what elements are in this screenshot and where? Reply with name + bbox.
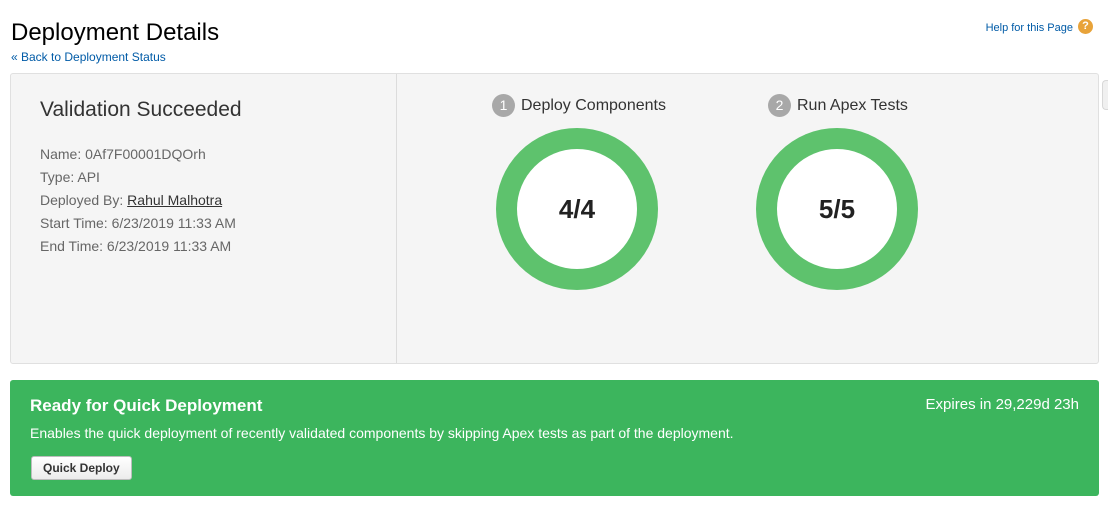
expiry-text: Expires in 29,229d 23h bbox=[925, 396, 1079, 413]
deployed-by-user-link[interactable]: Rahul Malhotra bbox=[127, 192, 222, 208]
step-deploy-components: 1 Deploy Components bbox=[492, 94, 666, 117]
end-time-label: End Time: bbox=[40, 238, 104, 254]
deployed-by-label: Deployed By: bbox=[40, 192, 124, 208]
step-run-apex-tests: 2 Run Apex Tests bbox=[768, 94, 908, 117]
panel-divider bbox=[396, 74, 397, 363]
deployment-status-panel: Validation Succeeded Name: 0Af7F00001DQO… bbox=[10, 73, 1099, 364]
step-header: 2 Run Apex Tests bbox=[768, 94, 908, 117]
step-number-badge: 2 bbox=[768, 94, 791, 117]
run-apex-tests-count: 5/5 bbox=[777, 149, 897, 269]
step-label: Deploy Components bbox=[521, 96, 666, 114]
deploy-components-count: 4/4 bbox=[517, 149, 637, 269]
deploy-components-progress-ring: 4/4 bbox=[496, 128, 658, 290]
step-label: Run Apex Tests bbox=[797, 96, 908, 114]
name-label: Name: bbox=[40, 146, 82, 162]
name-value: 0Af7F00001DQOrh bbox=[85, 146, 206, 162]
step-number-badge: 1 bbox=[492, 94, 515, 117]
end-time-row: End Time: 6/23/2019 11:33 AM bbox=[40, 236, 236, 259]
name-row: Name: 0Af7F00001DQOrh bbox=[40, 144, 236, 167]
quick-deployment-title: Ready for Quick Deployment bbox=[30, 396, 263, 415]
type-value: API bbox=[77, 169, 100, 185]
side-panel-tab[interactable] bbox=[1102, 80, 1108, 110]
page-title: Deployment Details bbox=[11, 19, 220, 46]
run-apex-tests-progress-ring: 5/5 bbox=[756, 128, 918, 290]
quick-deployment-description: Enables the quick deployment of recently… bbox=[30, 425, 734, 441]
quick-deploy-button[interactable]: Quick Deploy bbox=[31, 456, 132, 480]
quick-deployment-panel: Ready for Quick Deployment Expires in 29… bbox=[10, 380, 1099, 496]
deployment-info: Name: 0Af7F00001DQOrh Type: API Deployed… bbox=[40, 144, 236, 259]
end-time-value: 6/23/2019 11:33 AM bbox=[106, 238, 232, 254]
help-icon[interactable]: ? bbox=[1078, 19, 1093, 34]
help-for-this-page-link[interactable]: Help for this Page bbox=[986, 22, 1073, 34]
validation-result-heading: Validation Succeeded bbox=[40, 98, 242, 121]
type-label: Type: bbox=[40, 169, 75, 185]
start-time-label: Start Time: bbox=[40, 215, 108, 231]
step-header: 1 Deploy Components bbox=[492, 94, 666, 117]
start-time-row: Start Time: 6/23/2019 11:33 AM bbox=[40, 213, 236, 236]
start-time-value: 6/23/2019 11:33 AM bbox=[111, 215, 236, 231]
back-to-deployment-status-link[interactable]: « Back to Deployment Status bbox=[11, 50, 166, 64]
type-row: Type: API bbox=[40, 167, 236, 190]
deployed-by-row: Deployed By: Rahul Malhotra bbox=[40, 190, 236, 213]
